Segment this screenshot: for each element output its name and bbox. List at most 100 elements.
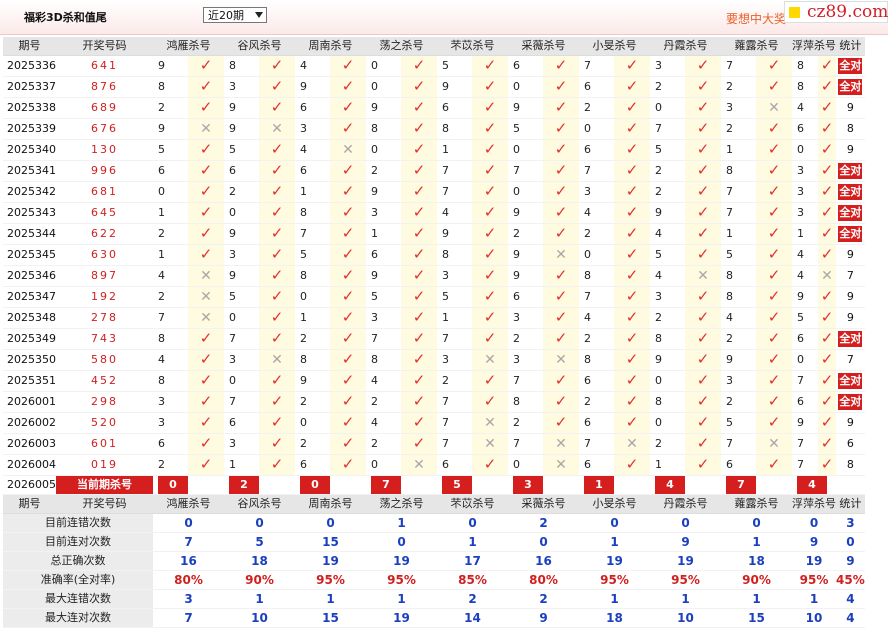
cross-icon: ✕: [484, 435, 496, 452]
current-kill-number: 4: [797, 476, 827, 494]
kill-number: 6: [295, 160, 330, 182]
result-mark: ✓: [614, 412, 650, 434]
result-mark: ✕: [543, 454, 579, 476]
kill-number: 6: [721, 454, 756, 476]
result-mark: ✓: [259, 55, 295, 77]
kill-number: 2: [366, 433, 401, 455]
column-header[interactable]: 鸿雁杀号: [153, 494, 224, 514]
check-icon: ✓: [554, 371, 568, 389]
column-header[interactable]: 丹霞杀号: [650, 37, 721, 56]
column-header[interactable]: 谷风杀号: [224, 37, 295, 56]
check-icon: ✓: [483, 56, 497, 74]
column-header[interactable]: 统计: [836, 494, 865, 514]
column-header[interactable]: 鸿雁杀号: [153, 37, 224, 56]
result-mark: ✓: [614, 223, 650, 245]
kill-number: 9: [437, 223, 472, 245]
column-header[interactable]: 芣苡杀号: [437, 37, 508, 56]
result-mark: ✓: [472, 454, 508, 476]
check-icon: ✓: [820, 287, 834, 305]
kill-number: 6: [792, 118, 818, 140]
stat-value: 0: [508, 532, 579, 552]
column-header[interactable]: 周南杀号: [295, 37, 366, 56]
issue-number: 2025343: [3, 202, 56, 224]
promo-text[interactable]: 要想中大奖: [726, 10, 786, 27]
period-select[interactable]: 近20期: [203, 7, 267, 23]
site-logo[interactable]: cz89.com: [784, 1, 888, 23]
check-icon: ✓: [696, 308, 710, 326]
column-header[interactable]: 荡之杀号: [366, 494, 437, 514]
check-icon: ✓: [625, 329, 639, 347]
table-row: 2025342 681 0 ✓ 2 ✓ 1 ✓ 9 ✓ 7 ✓ 0 ✓ 3 ✓ 2 ✓ 7 ✓ 3 ✓ 全对: [3, 181, 865, 203]
stat-value: 1: [721, 589, 792, 609]
column-header[interactable]: 浮萍杀号: [792, 494, 836, 514]
column-header[interactable]: 芣苡杀号: [437, 494, 508, 514]
kill-number: 4: [295, 55, 330, 77]
column-header[interactable]: 蕹露杀号: [721, 37, 792, 56]
column-header[interactable]: 小旻杀号: [579, 494, 650, 514]
draw-number: 580: [56, 349, 153, 371]
result-mark: ✓: [188, 97, 224, 119]
check-icon: ✓: [341, 371, 355, 389]
table-row: 2025337 876 8 ✓ 3 ✓ 9 ✓ 0 ✓ 9 ✓ 0 ✓ 6 ✓ 2 ✓ 2 ✓ 8 ✓ 全对: [3, 76, 865, 98]
check-icon: ✓: [270, 161, 284, 179]
column-header[interactable]: 采薇杀号: [508, 494, 579, 514]
period-select-value: 近20期: [208, 9, 244, 22]
all-correct-badge: 全对: [838, 163, 863, 179]
check-icon: ✓: [199, 224, 213, 242]
result-mark: ✓: [472, 55, 508, 77]
result-mark: ✕: [685, 265, 721, 287]
kill-number: 2: [579, 223, 614, 245]
result-mark: ✕: [188, 307, 224, 329]
kill-number: 8: [224, 55, 259, 77]
check-icon: ✓: [483, 161, 497, 179]
column-header[interactable]: 谷风杀号: [224, 494, 295, 514]
result-mark: ✓: [401, 433, 437, 455]
check-icon: ✓: [341, 182, 355, 200]
column-header[interactable]: 荡之杀号: [366, 37, 437, 56]
kill-number: 9: [366, 265, 401, 287]
kill-number: 9: [650, 349, 685, 371]
check-icon: ✓: [270, 266, 284, 284]
result-mark: ✓: [401, 307, 437, 329]
column-header[interactable]: 周南杀号: [295, 494, 366, 514]
stat-value: 19: [650, 551, 721, 571]
column-header[interactable]: 开奖号码: [56, 37, 153, 56]
check-icon: ✓: [341, 287, 355, 305]
kill-number: 4: [579, 307, 614, 329]
result-mark: ✓: [818, 433, 836, 455]
column-header[interactable]: 蕹露杀号: [721, 494, 792, 514]
kill-number: 1: [295, 307, 330, 329]
check-icon: ✓: [554, 203, 568, 221]
check-icon: ✓: [625, 266, 639, 284]
stat-value: 9: [650, 532, 721, 552]
table-row: 2025350 580 4 ✓ 3 ✕ 8 ✓ 8 ✓ 3 ✕ 3 ✕ 8 ✓ 9 ✓ 9 ✓ 0 ✓ 7: [3, 349, 865, 371]
result-mark: ✓: [330, 97, 366, 119]
result-mark: ✕: [756, 97, 792, 119]
check-icon: ✓: [270, 224, 284, 242]
kill-number: 6: [792, 328, 818, 350]
stat-value: 15: [295, 608, 366, 628]
column-header[interactable]: 开奖号码: [56, 494, 153, 514]
stat-value: 7: [153, 608, 224, 628]
table-row: 2026003 601 6 ✓ 3 ✓ 2 ✓ 2 ✓ 7 ✕ 7 ✕ 7 ✕ 2 ✓ 7 ✕ 7 ✓ 6: [3, 433, 865, 455]
issue-number: 2025350: [3, 349, 56, 371]
column-header[interactable]: 采薇杀号: [508, 37, 579, 56]
kill-number: 7: [295, 223, 330, 245]
current-stat-empty: [836, 475, 865, 495]
result-mark: ✓: [614, 328, 650, 350]
kill-number: 0: [650, 370, 685, 392]
column-header[interactable]: 小旻杀号: [579, 37, 650, 56]
result-mark: ✓: [818, 391, 836, 413]
result-mark: ✓: [259, 202, 295, 224]
current-kill-number: 1: [584, 476, 614, 494]
column-header[interactable]: 期号: [3, 37, 56, 56]
kill-number: 2: [650, 433, 685, 455]
kill-number: 4: [437, 202, 472, 224]
kill-number: 8: [721, 265, 756, 287]
column-header[interactable]: 丹霞杀号: [650, 494, 721, 514]
cross-icon: ✕: [697, 267, 709, 284]
column-header[interactable]: 浮萍杀号: [792, 37, 836, 56]
column-header[interactable]: 统计: [836, 37, 865, 56]
column-header[interactable]: 期号: [3, 494, 56, 514]
result-mark: ✓: [188, 349, 224, 371]
